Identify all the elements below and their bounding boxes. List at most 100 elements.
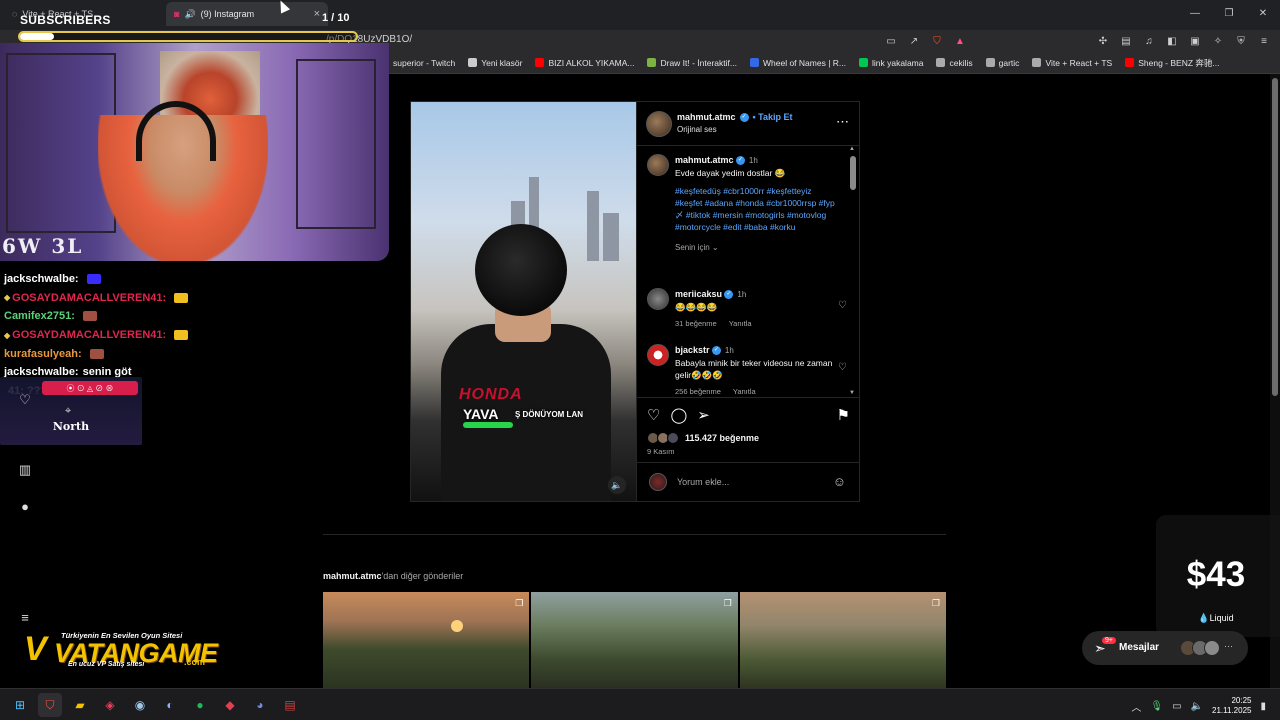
like-icon[interactable]: ♡ [647, 406, 660, 424]
scrollbar-thumb[interactable] [1272, 78, 1278, 396]
post-thumbnail[interactable]: ❐ [531, 592, 738, 688]
like-count[interactable]: 115.427 beğenme [647, 432, 759, 444]
scroll-up-icon[interactable]: ▲ [849, 146, 855, 152]
leo-icon[interactable]: ✧ [1210, 33, 1226, 49]
post-video[interactable]: HONDA YAVA Ş DÖNÜYOM LAN 🔈 [411, 102, 636, 501]
save-icon[interactable]: ⚑ [837, 406, 850, 424]
tab-instagram[interactable]: ◙ 🔊 (9) Instagram × [166, 2, 328, 26]
volume-icon[interactable]: 🔈 [1191, 701, 1203, 712]
chevron-up-icon[interactable]: ︿ [1131, 699, 1141, 714]
like-comment-icon[interactable]: ♡ [838, 300, 847, 311]
menu-icon[interactable]: ≡ [14, 610, 36, 625]
discord-icon[interactable]: ◕ [248, 693, 272, 717]
bookmark-item[interactable]: cekilis [936, 58, 973, 68]
hashtags[interactable]: #keşfetedüş #cbr1000rr #keşfetteyiz #keş… [675, 185, 840, 233]
minimize-button[interactable]: — [1178, 0, 1212, 26]
reader-icon[interactable]: ▤ [1118, 33, 1134, 49]
scroll-down-icon[interactable]: ▼ [849, 390, 855, 396]
app-icon[interactable]: ◆ [218, 693, 242, 717]
messages-button[interactable]: ➣ 9+ Mesajlar ⋯ [1082, 631, 1248, 665]
author-name[interactable]: mahmut.atmc [677, 112, 736, 122]
bookmark-item[interactable]: Yeni klasör [468, 58, 522, 68]
post-thumbnail[interactable]: ❐ [323, 592, 530, 688]
bookmark-item[interactable]: BIZI ALKOL YIKAMA... [535, 58, 634, 68]
bookmark-item[interactable]: superior - Twitch [380, 58, 455, 68]
clock[interactable]: 20:25 21.11.2025 [1212, 696, 1251, 716]
bookmark-favicon-icon [1032, 58, 1042, 67]
author-name[interactable]: mahmut.atmc [675, 155, 734, 165]
unread-badge: 9+ [1102, 637, 1116, 644]
bookmark-item[interactable]: link yakalama [858, 58, 923, 68]
commenter-avatar[interactable] [647, 288, 669, 310]
emoji-icon[interactable]: ☺ [833, 474, 846, 489]
maximize-button[interactable]: ❐ [1212, 0, 1246, 26]
post-actions: ♡ ◯ ➢ ⚑ 115.427 beğenme 9 Kasım [637, 397, 860, 457]
chat-username: kurafasulyeah: [4, 347, 82, 360]
video-caption-rest: Ş DÖNÜYOM LAN [515, 410, 583, 419]
notifications-icon[interactable]: ▮ [1260, 701, 1266, 712]
windows-start-icon[interactable]: ⊞ [8, 693, 32, 717]
like-comment-icon[interactable]: ♡ [838, 362, 847, 373]
bookmark-item[interactable]: Sheng - BENZ 奔驰... [1125, 57, 1219, 69]
author-avatar[interactable] [647, 154, 669, 176]
steam-icon[interactable]: ◉ [128, 693, 152, 717]
close-window-button[interactable]: ✕ [1246, 0, 1280, 26]
share-icon[interactable]: ↗ [906, 33, 922, 49]
chat-message: jackschwalbe: [4, 270, 224, 289]
commenter-name[interactable]: meriicaksu [675, 289, 722, 299]
brave-browser-icon[interactable]: ⛉ [38, 693, 62, 717]
comments-scrollbar[interactable]: ▲ ▼ [849, 146, 857, 396]
system-tray: ︿ 🎙 ▭ 🔈 20:25 21.11.2025 ▮ [1131, 696, 1266, 716]
bookmark-favicon-icon [647, 58, 657, 67]
bookmark-item[interactable]: Vite + React + TS [1032, 58, 1112, 68]
audio-icon[interactable]: 🔊 [184, 9, 195, 20]
wallet-icon[interactable]: ▣ [1187, 33, 1203, 49]
sidebar-icon[interactable]: ◧ [1164, 33, 1180, 49]
comment-likes[interactable]: 256 beğenme [675, 387, 721, 396]
rewards-icon[interactable]: ▲ [952, 33, 968, 49]
win-loss-record: 6W 3L [2, 234, 84, 258]
more-posts-author[interactable]: mahmut.atmc [323, 571, 382, 581]
bookmark-item[interactable]: gartic [985, 57, 1020, 68]
comment-input[interactable]: Yorum ekle... [677, 477, 729, 487]
spotify-icon[interactable]: ● [188, 693, 212, 717]
bookmark-item[interactable]: Wheel of Names | R... [750, 58, 846, 68]
likes-text[interactable]: 115.427 beğenme [685, 433, 759, 443]
comments-scroll-thumb[interactable] [850, 156, 856, 190]
app-icon[interactable]: ▤ [278, 693, 302, 717]
obs-icon[interactable]: ◐ [158, 693, 182, 717]
comment-icon[interactable]: ◯ [670, 406, 687, 424]
profile-avatar-icon[interactable]: ● [14, 499, 36, 514]
bookmark-label: gartic [998, 57, 1020, 68]
commenter-name[interactable]: bjackstr [675, 345, 710, 355]
post-sidebar: mahmut.atmc ✓ • Takip Et Orijinal ses ⋯ … [636, 102, 860, 501]
comment-likes[interactable]: 31 beğenme [675, 319, 717, 328]
bookmark-item[interactable]: Draw It! - İnteraktif... [647, 58, 737, 68]
mic-icon[interactable]: 🎙 [1150, 701, 1163, 712]
vpn-icon[interactable]: ⛨ [1233, 33, 1249, 49]
close-icon[interactable]: × [314, 8, 320, 20]
file-explorer-icon[interactable]: ▰ [68, 693, 92, 717]
menu-icon[interactable]: ≡ [1256, 33, 1272, 49]
volume-icon[interactable]: 🔈 [608, 476, 626, 494]
follow-button[interactable]: • Takip Et [753, 112, 793, 122]
for-you-filter[interactable]: Senin için ⌄ [675, 243, 840, 252]
share-icon[interactable]: ➢ [697, 406, 710, 424]
bookmark-favicon-icon [985, 58, 995, 67]
extensions-icon[interactable]: ✣ [1095, 33, 1111, 49]
brave-shield-icon[interactable]: ⛉ [929, 33, 945, 49]
reply-button[interactable]: Yanıtla [729, 319, 752, 328]
commenter-avatar[interactable] [647, 344, 669, 366]
analytics-icon[interactable]: ▥ [14, 462, 36, 478]
screenshot-icon[interactable]: ▭ [883, 33, 899, 49]
audio-label[interactable]: Orijinal ses [677, 125, 717, 134]
network-icon[interactable]: ▭ [1172, 701, 1181, 712]
post-thumbnail[interactable]: ❐ [739, 592, 946, 688]
verified-icon: ✓ [739, 112, 749, 122]
media-icon[interactable]: ♫ [1141, 33, 1157, 49]
reply-button[interactable]: Yanıtla [733, 387, 756, 396]
heart-icon[interactable]: ♡ [14, 392, 36, 408]
more-options-icon[interactable]: ⋯ [836, 114, 849, 130]
riot-icon[interactable]: ◈ [98, 693, 122, 717]
author-avatar[interactable] [646, 111, 672, 137]
